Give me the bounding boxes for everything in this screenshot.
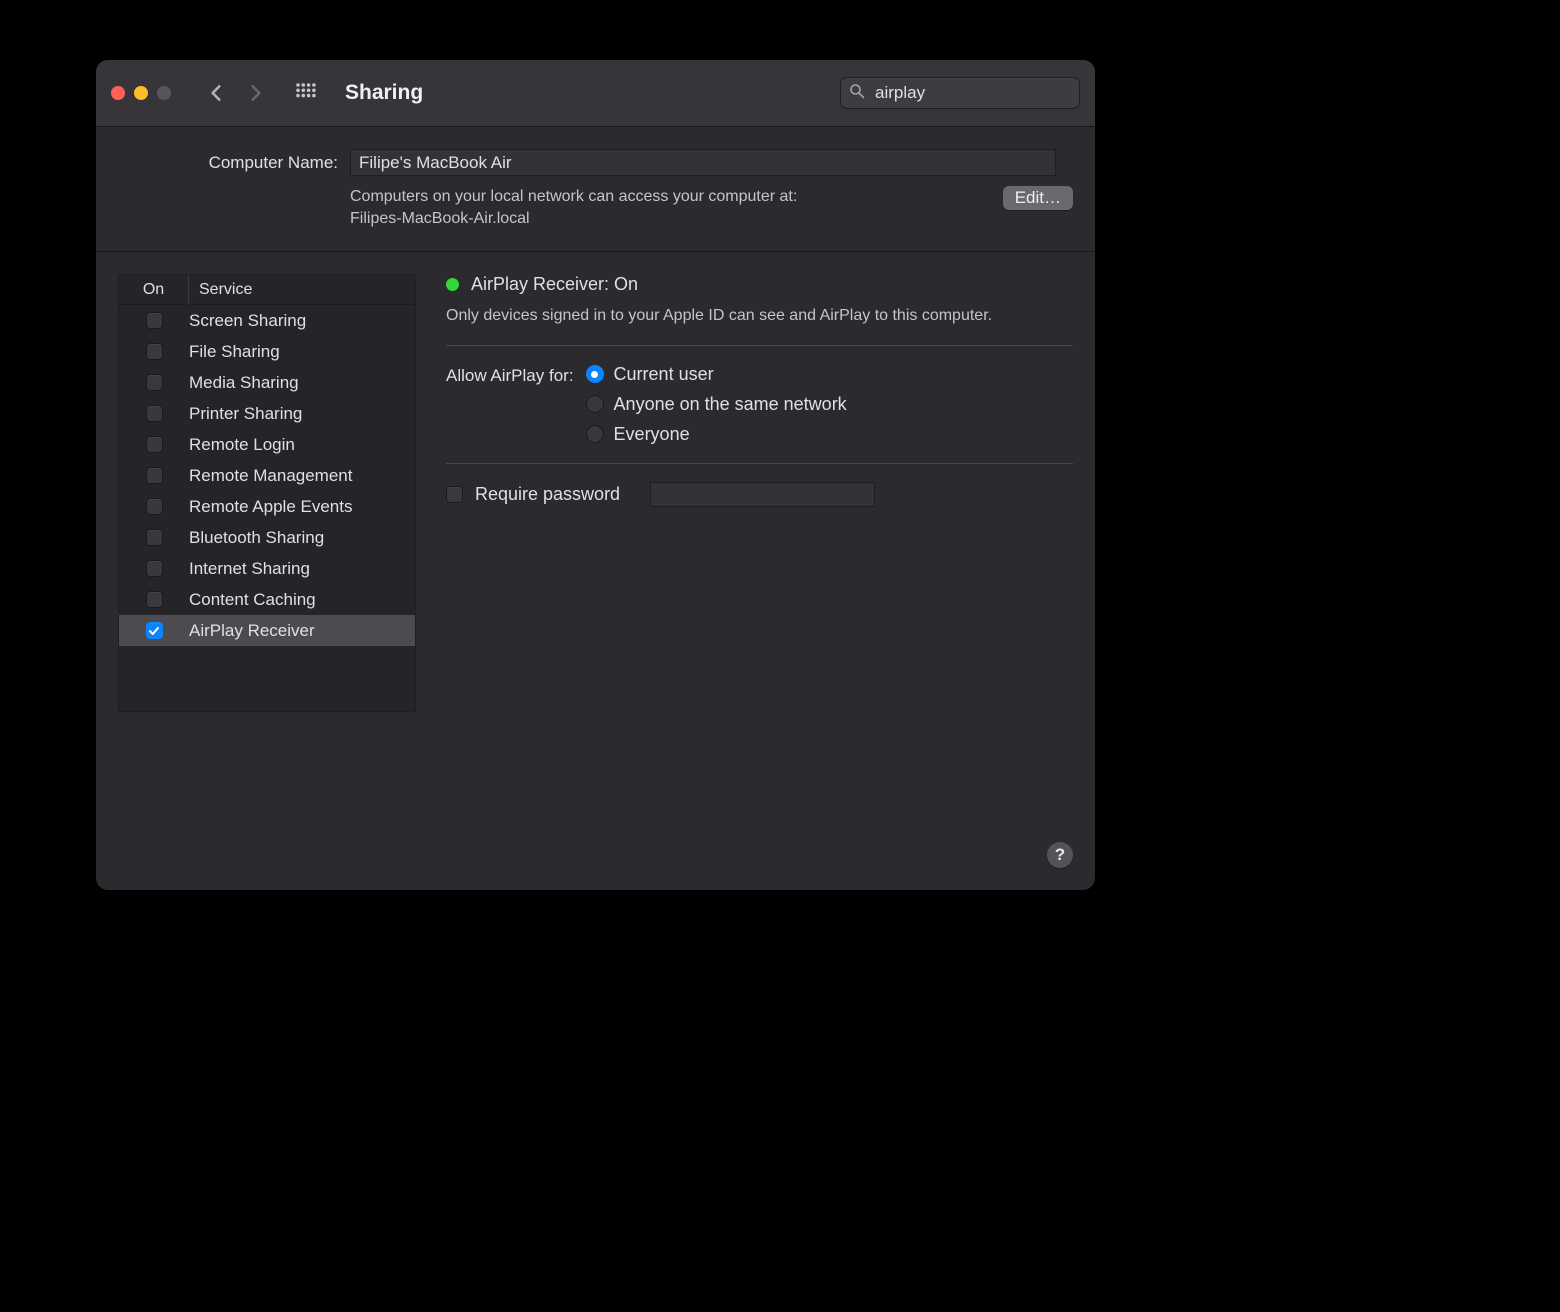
service-row[interactable]: Remote Login: [119, 429, 415, 460]
service-name: Internet Sharing: [189, 559, 415, 579]
service-name: AirPlay Receiver: [189, 621, 415, 641]
main-section: On Service Screen Sharing File Sharing Med…: [96, 252, 1095, 890]
service-row[interactable]: AirPlay Receiver: [119, 615, 415, 646]
service-enable-checkbox[interactable]: [146, 436, 163, 453]
back-button[interactable]: [207, 84, 225, 102]
services-header: On Service: [119, 275, 415, 305]
divider: [446, 463, 1073, 464]
search-icon: [849, 83, 865, 104]
service-enable-checkbox[interactable]: [146, 560, 163, 577]
status-indicator-icon: [446, 278, 459, 291]
content-area: Computer Name: Computers on your local n…: [96, 127, 1095, 890]
service-name: Content Caching: [189, 590, 415, 610]
forward-button[interactable]: [247, 84, 265, 102]
help-button[interactable]: ?: [1047, 842, 1073, 868]
minimize-window-button[interactable]: [134, 86, 148, 100]
service-name: Printer Sharing: [189, 404, 415, 424]
search-input[interactable]: [873, 82, 1096, 104]
preference-pane-title: Sharing: [345, 81, 423, 105]
services-table: On Service Screen Sharing File Sharing Med…: [118, 274, 416, 712]
require-password-label: Require password: [475, 484, 620, 505]
service-row[interactable]: Remote Management: [119, 460, 415, 491]
service-enable-checkbox[interactable]: [146, 405, 163, 422]
service-name: Remote Apple Events: [189, 497, 415, 517]
sharing-preferences-window: Sharing Computer Name: Computers on your…: [95, 59, 1096, 891]
radio-label: Current user: [614, 364, 714, 385]
computer-name-label: Computer Name:: [118, 153, 338, 173]
radio-label: Anyone on the same network: [614, 394, 847, 415]
column-on: On: [119, 275, 189, 305]
service-name: Media Sharing: [189, 373, 415, 393]
allow-airplay-option[interactable]: Anyone on the same network: [586, 394, 847, 415]
service-enable-checkbox[interactable]: [146, 622, 163, 639]
service-enable-checkbox[interactable]: [146, 374, 163, 391]
services-rows: Screen Sharing File Sharing Media Sharing P…: [119, 305, 415, 711]
service-name: Remote Login: [189, 435, 415, 455]
zoom-window-button[interactable]: [157, 86, 171, 100]
search-field[interactable]: [840, 77, 1080, 109]
service-row[interactable]: Printer Sharing: [119, 398, 415, 429]
service-enable-checkbox[interactable]: [146, 467, 163, 484]
hostname-info: Computers on your local network can acce…: [350, 186, 991, 229]
require-password-row: Require password: [446, 482, 1073, 507]
allow-airplay-label: Allow AirPlay for:: [446, 364, 574, 386]
service-enable-checkbox[interactable]: [146, 312, 163, 329]
column-service: Service: [189, 281, 415, 299]
show-all-preferences-button[interactable]: [295, 82, 317, 104]
service-row[interactable]: Content Caching: [119, 584, 415, 615]
nav-buttons: [207, 84, 265, 102]
radio-button[interactable]: [586, 365, 604, 383]
allow-airplay-option[interactable]: Everyone: [586, 424, 847, 445]
service-name: Bluetooth Sharing: [189, 528, 415, 548]
service-name: Screen Sharing: [189, 311, 415, 331]
service-row[interactable]: Bluetooth Sharing: [119, 522, 415, 553]
service-detail-panel: AirPlay Receiver: On Only devices signed…: [446, 274, 1073, 890]
computer-name-section: Computer Name: Computers on your local n…: [96, 127, 1095, 252]
status-title: AirPlay Receiver: On: [471, 274, 638, 295]
service-row[interactable]: Media Sharing: [119, 367, 415, 398]
radio-label: Everyone: [614, 424, 690, 445]
allow-airplay-options: Current user Anyone on the same network Ev…: [586, 364, 847, 445]
toolbar: Sharing: [96, 60, 1095, 127]
require-password-field[interactable]: [650, 482, 875, 507]
require-password-checkbox[interactable]: [446, 486, 463, 503]
service-row[interactable]: Remote Apple Events: [119, 491, 415, 522]
radio-button[interactable]: [586, 425, 604, 443]
divider: [446, 345, 1073, 346]
allow-airplay-option[interactable]: Current user: [586, 364, 847, 385]
service-name: Remote Management: [189, 466, 415, 486]
service-row[interactable]: Screen Sharing: [119, 305, 415, 336]
service-enable-checkbox[interactable]: [146, 529, 163, 546]
service-enable-checkbox[interactable]: [146, 343, 163, 360]
service-status: AirPlay Receiver: On: [446, 274, 1073, 295]
computer-name-field[interactable]: [350, 149, 1056, 176]
service-enable-checkbox[interactable]: [146, 591, 163, 608]
service-description: Only devices signed in to your Apple ID …: [446, 305, 1073, 327]
traffic-lights: [111, 86, 171, 100]
service-row[interactable]: File Sharing: [119, 336, 415, 367]
close-window-button[interactable]: [111, 86, 125, 100]
service-row[interactable]: Internet Sharing: [119, 553, 415, 584]
allow-airplay-group: Allow AirPlay for: Current user Anyone on…: [446, 364, 1073, 445]
edit-hostname-button[interactable]: Edit…: [1003, 186, 1073, 210]
service-enable-checkbox[interactable]: [146, 498, 163, 515]
service-name: File Sharing: [189, 342, 415, 362]
radio-button[interactable]: [586, 395, 604, 413]
